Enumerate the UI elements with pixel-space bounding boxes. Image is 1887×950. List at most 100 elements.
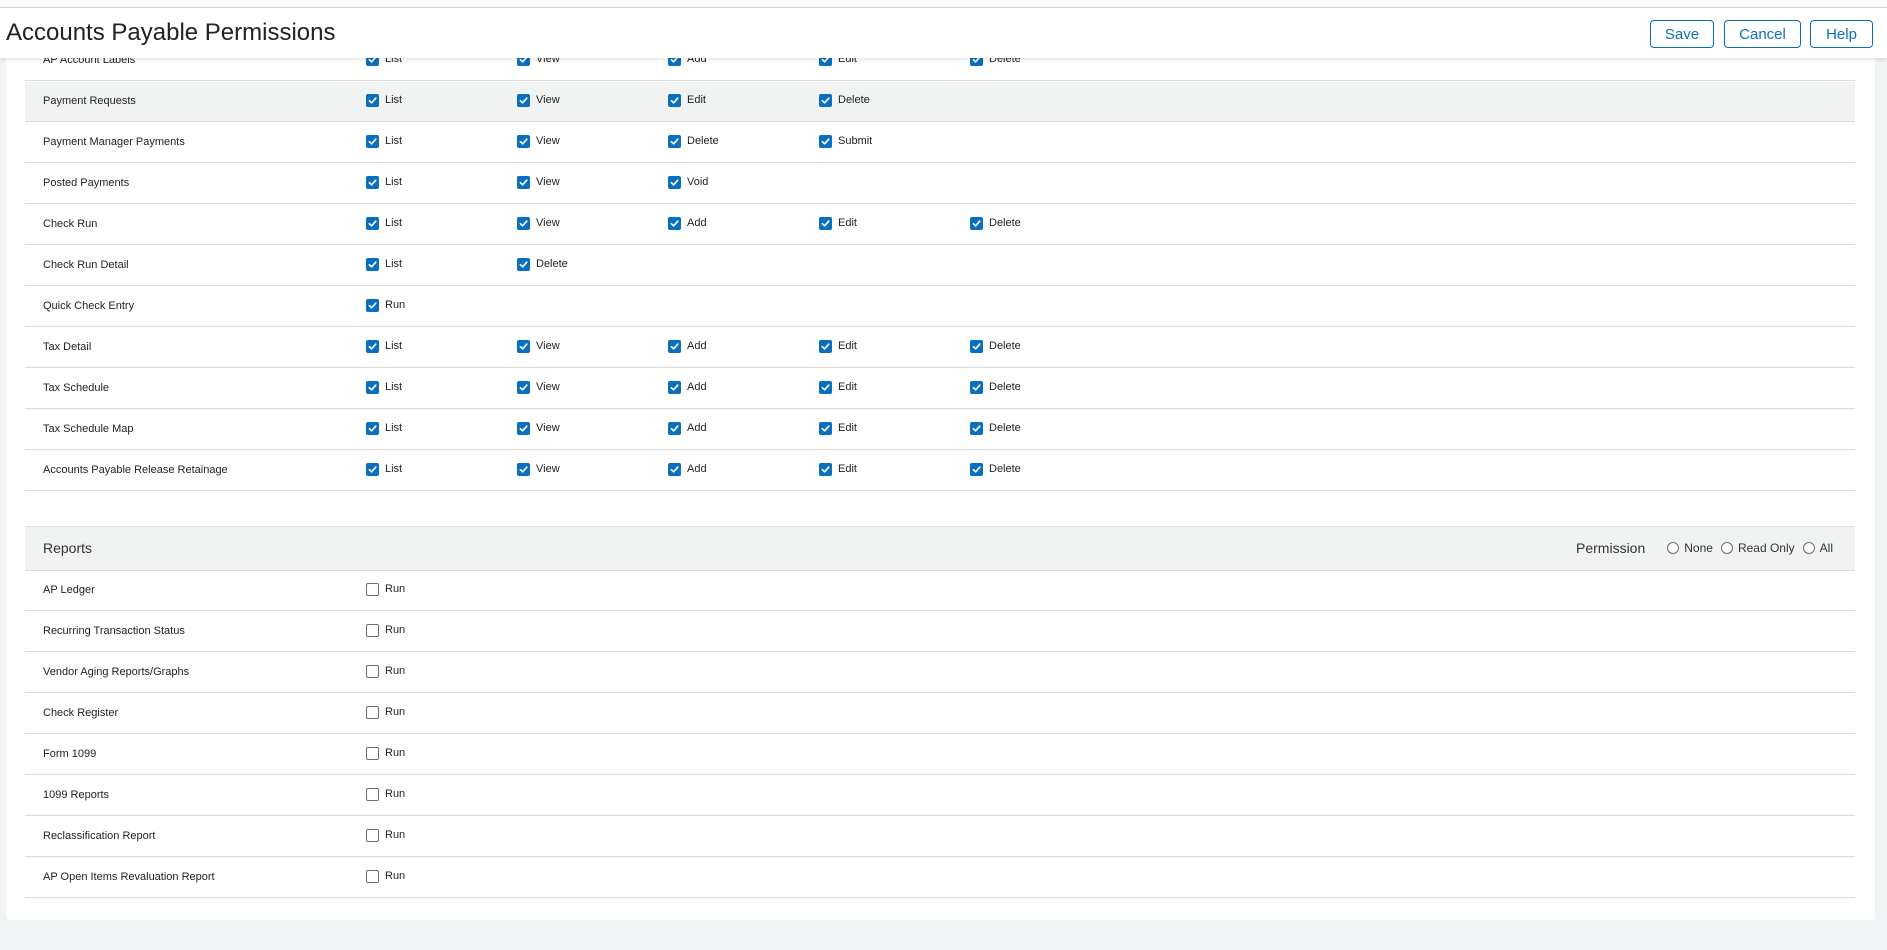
perm-view-option[interactable]: View	[517, 213, 560, 233]
perm-view-checkbox[interactable]	[517, 380, 530, 394]
save-button[interactable]: Save	[1650, 20, 1714, 48]
perm-delete-checkbox[interactable]	[668, 134, 681, 148]
perm-void-option[interactable]: Void	[668, 172, 708, 192]
radio-none[interactable]	[1667, 542, 1680, 554]
perm-edit-option[interactable]: Edit	[668, 90, 706, 110]
perm-list-option[interactable]: List	[366, 336, 402, 356]
perm-add-option[interactable]: Add	[668, 418, 707, 438]
perm-view-option[interactable]: View	[517, 172, 560, 192]
perm-run-checkbox[interactable]	[366, 746, 379, 760]
perm-run-option[interactable]: Run	[366, 866, 405, 886]
perm-list-checkbox[interactable]	[366, 216, 379, 230]
perm-view-checkbox[interactable]	[517, 421, 530, 435]
perm-edit-checkbox[interactable]	[819, 421, 832, 435]
perm-list-option[interactable]: List	[366, 172, 402, 192]
radio-option-none[interactable]: None	[1667, 541, 1713, 555]
perm-run-checkbox[interactable]	[366, 582, 379, 596]
perm-run-checkbox[interactable]	[366, 705, 379, 719]
perm-edit-option[interactable]: Edit	[819, 336, 857, 356]
perm-add-checkbox[interactable]	[668, 339, 681, 353]
perm-list-checkbox[interactable]	[366, 421, 379, 435]
perm-add-option[interactable]: Add	[668, 336, 707, 356]
perm-list-option[interactable]: List	[366, 131, 402, 151]
perm-run-option[interactable]: Run	[366, 661, 405, 681]
perm-edit-option[interactable]: Edit	[819, 377, 857, 397]
perm-list-option[interactable]: List	[366, 459, 402, 479]
perm-view-option[interactable]: View	[517, 418, 560, 438]
perm-delete-option[interactable]: Delete	[970, 213, 1021, 233]
perm-view-option[interactable]: View	[517, 90, 560, 110]
perm-list-option[interactable]: List	[366, 418, 402, 438]
radio-option-read-only[interactable]: Read Only	[1720, 541, 1795, 555]
perm-delete-checkbox[interactable]	[970, 421, 983, 435]
perm-run-checkbox[interactable]	[366, 298, 379, 312]
perm-add-checkbox[interactable]	[668, 421, 681, 435]
perm-list-checkbox[interactable]	[366, 175, 379, 189]
perm-edit-option[interactable]: Edit	[819, 459, 857, 479]
perm-delete-option[interactable]: Delete	[517, 254, 568, 274]
perm-run-option[interactable]: Run	[366, 825, 405, 845]
perm-void-checkbox[interactable]	[668, 175, 681, 189]
perm-view-option[interactable]: View	[517, 131, 560, 151]
perm-run-option[interactable]: Run	[366, 784, 405, 804]
perm-submit-checkbox[interactable]	[819, 134, 832, 148]
perm-edit-checkbox[interactable]	[668, 93, 681, 107]
cancel-button[interactable]: Cancel	[1724, 20, 1801, 48]
perm-view-checkbox[interactable]	[517, 462, 530, 476]
perm-edit-checkbox[interactable]	[819, 216, 832, 230]
perm-delete-checkbox[interactable]	[517, 257, 530, 271]
perm-add-option[interactable]: Add	[668, 213, 707, 233]
perm-view-option[interactable]: View	[517, 459, 560, 479]
perm-list-option[interactable]: List	[366, 254, 402, 274]
perm-delete-checkbox[interactable]	[970, 339, 983, 353]
perm-delete-option[interactable]: Delete	[970, 459, 1021, 479]
perm-list-checkbox[interactable]	[366, 339, 379, 353]
perm-edit-option[interactable]: Edit	[819, 418, 857, 438]
perm-delete-checkbox[interactable]	[970, 380, 983, 394]
perm-run-checkbox[interactable]	[366, 869, 379, 883]
perm-view-option[interactable]: View	[517, 336, 560, 356]
radio-all[interactable]	[1802, 542, 1815, 554]
perm-add-checkbox[interactable]	[668, 380, 681, 394]
perm-delete-option[interactable]: Delete	[819, 90, 870, 110]
perm-add-option[interactable]: Add	[668, 377, 707, 397]
perm-edit-option[interactable]: Edit	[819, 213, 857, 233]
help-button[interactable]: Help	[1810, 20, 1873, 48]
radio-read-only[interactable]	[1720, 542, 1733, 554]
perm-delete-checkbox[interactable]	[970, 216, 983, 230]
perm-edit-checkbox[interactable]	[819, 380, 832, 394]
perm-delete-option[interactable]: Delete	[668, 131, 719, 151]
perm-run-option[interactable]: Run	[366, 579, 405, 599]
perm-list-checkbox[interactable]	[366, 93, 379, 107]
perm-edit-checkbox[interactable]	[819, 462, 832, 476]
perm-delete-checkbox[interactable]	[819, 93, 832, 107]
perm-delete-checkbox[interactable]	[970, 462, 983, 476]
perm-list-option[interactable]: List	[366, 90, 402, 110]
perm-view-checkbox[interactable]	[517, 216, 530, 230]
perm-edit-checkbox[interactable]	[819, 339, 832, 353]
perm-run-checkbox[interactable]	[366, 787, 379, 801]
perm-list-option[interactable]: List	[366, 213, 402, 233]
perm-run-option[interactable]: Run	[366, 620, 405, 640]
perm-view-checkbox[interactable]	[517, 175, 530, 189]
perm-run-checkbox[interactable]	[366, 623, 379, 637]
radio-option-all[interactable]: All	[1802, 541, 1833, 555]
perm-delete-option[interactable]: Delete	[970, 336, 1021, 356]
perm-add-checkbox[interactable]	[668, 462, 681, 476]
perm-run-checkbox[interactable]	[366, 828, 379, 842]
perm-list-checkbox[interactable]	[366, 134, 379, 148]
perm-run-option[interactable]: Run	[366, 295, 405, 315]
perm-run-checkbox[interactable]	[366, 664, 379, 678]
perm-list-checkbox[interactable]	[366, 462, 379, 476]
perm-view-checkbox[interactable]	[517, 339, 530, 353]
perm-delete-option[interactable]: Delete	[970, 418, 1021, 438]
perm-add-checkbox[interactable]	[668, 216, 681, 230]
perm-view-checkbox[interactable]	[517, 93, 530, 107]
perm-run-option[interactable]: Run	[366, 702, 405, 722]
perm-view-option[interactable]: View	[517, 377, 560, 397]
perm-view-checkbox[interactable]	[517, 134, 530, 148]
perm-list-checkbox[interactable]	[366, 257, 379, 271]
perm-run-option[interactable]: Run	[366, 743, 405, 763]
perm-add-option[interactable]: Add	[668, 459, 707, 479]
perm-list-option[interactable]: List	[366, 377, 402, 397]
